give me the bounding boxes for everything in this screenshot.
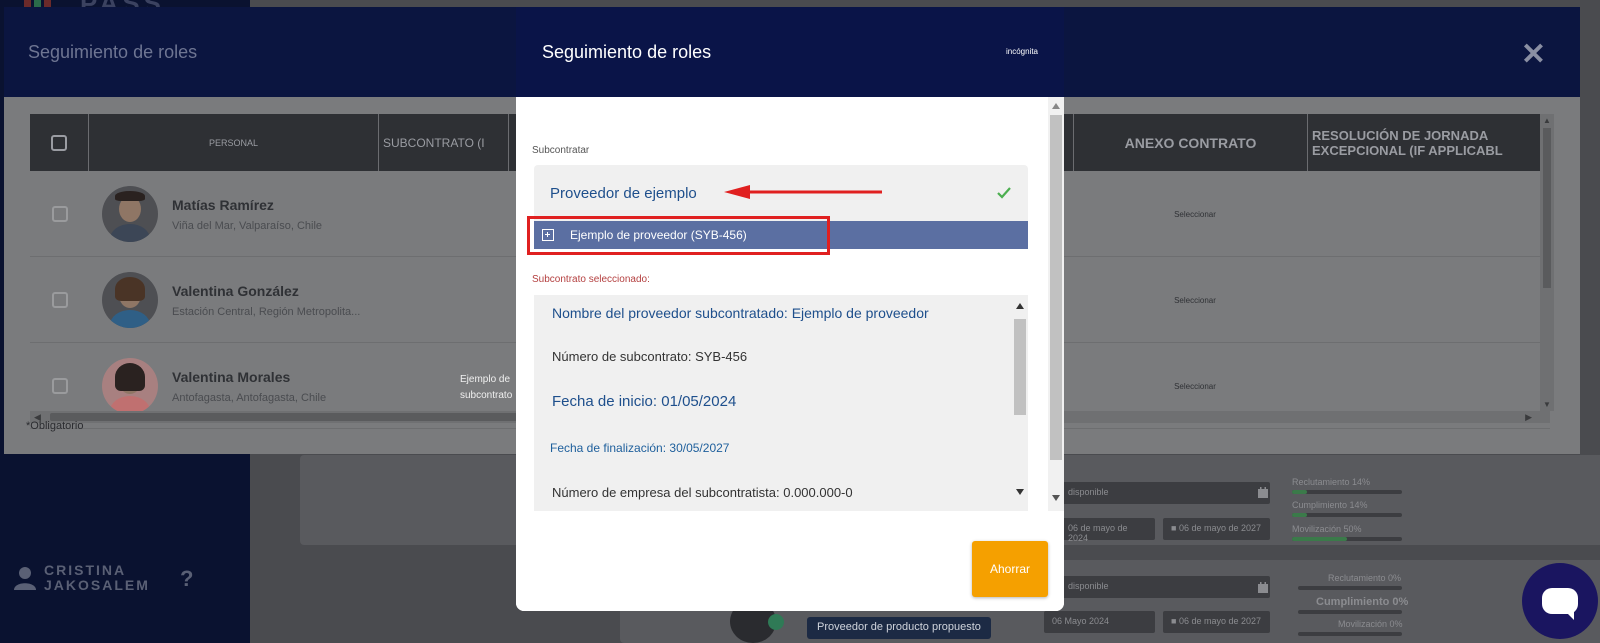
start-date-field: 06 Mayo 2024 (1044, 611, 1155, 633)
details-scrollbar[interactable] (1012, 295, 1028, 511)
person-name: Matías Ramírez (172, 197, 274, 213)
end-date-field: ■ 06 de mayo de 2027 (1163, 611, 1270, 633)
inner-modal: Seguimiento de roles incógnita Subcontra… (516, 7, 1064, 611)
start-date-field: 06 de mayo de 2024 (1060, 518, 1155, 543)
bar-label: Movilización 50% (1292, 524, 1362, 534)
person-name: Valentina González (172, 283, 299, 299)
bar-label: Cumplimiento 14% (1292, 500, 1368, 510)
tooltip-fragment: Ejemplo de subcontrato (460, 374, 513, 401)
progress-bar (1292, 537, 1402, 541)
user-icon (14, 567, 36, 590)
avatar (102, 272, 158, 328)
company-number: Número de empresa del subcontratista: 0.… (552, 485, 853, 500)
person-location: Estación Central, Región Metropolita... (172, 306, 361, 318)
contract-number: Número de subcontrato: SYB-456 (552, 349, 748, 364)
person-location: Antofagasta, Antofagasta, Chile (172, 392, 327, 404)
scroll-up-icon[interactable] (1016, 303, 1024, 309)
column-resolucion: RESOLUCIÓN DE JORNADA EXCEPCIONAL (IF AP… (1312, 127, 1503, 158)
end-date: Fecha de finalización: 30/05/2027 (550, 441, 730, 455)
chat-button[interactable] (1522, 563, 1598, 639)
scroll-right-icon[interactable]: ▶ (1525, 412, 1532, 423)
bar-label: Cumplimiento 0% (1316, 596, 1409, 608)
row-checkbox[interactable] (52, 206, 68, 222)
progress-fill (1292, 537, 1347, 541)
column-subcontrato: SUBCONTRATO (I (379, 114, 509, 171)
progress-bar (1298, 632, 1402, 636)
selected-subcontract-label: Subcontrato seleccionado: (532, 274, 650, 285)
proposed-provider-chip[interactable]: Proveedor de producto propuesto (807, 617, 991, 639)
person-location: Viña del Mar, Valparaíso, Chile (172, 220, 323, 232)
scroll-down-icon[interactable] (1016, 489, 1024, 495)
progress-bar (1292, 513, 1402, 517)
start-date: Fecha de inicio: 01/05/2024 (552, 393, 737, 410)
select-all-header[interactable] (30, 114, 89, 171)
annotation-arrow (724, 185, 882, 199)
scrollbar-thumb[interactable] (1050, 115, 1062, 460)
scrollbar-thumb[interactable] (50, 413, 530, 421)
check-icon (997, 187, 1011, 199)
inner-modal-body: Subcontratar Proveedor de ejemplo Ejempl… (516, 97, 1064, 511)
avatar (102, 186, 158, 242)
inner-modal-title: Seguimiento de roles (542, 42, 712, 62)
corner-text: incógnita (1005, 47, 1038, 56)
logo-mark-icon (24, 0, 58, 9)
inner-modal-header: Seguimiento de roles incógnita (516, 7, 1064, 97)
row-checkbox[interactable] (52, 292, 68, 308)
scrollbar-thumb[interactable] (1014, 319, 1026, 415)
scrollbar-thumb[interactable] (1543, 128, 1551, 288)
help-icon[interactable]: ? (180, 566, 193, 592)
progress-fill (1292, 490, 1308, 494)
vertical-scrollbar[interactable]: ▲ ▼ (1540, 114, 1554, 411)
verified-icon (768, 614, 784, 630)
scroll-up-icon[interactable]: ▲ (1543, 116, 1551, 125)
status-field: disponible (1060, 482, 1270, 504)
select-link[interactable]: Seleccionar (1165, 382, 1225, 391)
calendar-icon (1258, 487, 1268, 498)
end-date-field: ■ 06 de mayo de 2027 (1163, 518, 1270, 540)
column-personal: PERSONAL (89, 114, 379, 171)
row-checkbox[interactable] (52, 378, 68, 394)
select-link[interactable]: Seleccionar (1165, 210, 1225, 219)
provider-name: Nombre del proveedor subcontratado: Ejem… (552, 305, 929, 321)
scroll-down-icon[interactable]: ▼ (1543, 400, 1551, 409)
save-button[interactable]: Ahorrar (972, 541, 1048, 597)
subcontract-details: Nombre del proveedor subcontratado: Ejem… (534, 295, 1028, 511)
scroll-down-icon[interactable] (1052, 495, 1060, 501)
close-icon[interactable]: ✕ (1521, 37, 1546, 72)
user-last-name: JAKOSALEM (44, 577, 150, 593)
body-scrollbar[interactable] (1048, 97, 1064, 511)
subcontract-label: Subcontratar (532, 145, 590, 156)
select-value: Proveedor de ejemplo (550, 185, 697, 202)
user-first-name: CRISTINA (44, 562, 127, 578)
inner-modal-footer: Ahorrar (516, 511, 1064, 611)
person-name: Valentina Morales (172, 369, 291, 385)
calendar-icon (1258, 582, 1268, 593)
mandatory-note: *Obligatorio (26, 420, 84, 432)
bar-label: Reclutamiento 14% (1292, 477, 1371, 487)
annotation-highlight-box (527, 216, 830, 255)
bar-label: Reclutamiento 0% (1328, 573, 1402, 583)
user-profile[interactable]: CRISTINA JAKOSALEM (14, 563, 150, 593)
outer-modal-title: Seguimiento de roles (28, 42, 198, 62)
progress-fill (1292, 513, 1308, 517)
column-anexo: ANEXO CONTRATO (1074, 114, 1308, 171)
select-all-checkbox[interactable] (51, 134, 67, 151)
progress-bar (1298, 610, 1402, 614)
select-link[interactable]: Seleccionar (1165, 296, 1225, 305)
progress-bar (1292, 490, 1402, 494)
bar-label: Movilización 0% (1338, 619, 1403, 629)
chat-icon (1542, 588, 1578, 620)
status-field: disponible (1060, 576, 1270, 598)
progress-bar (1298, 586, 1402, 590)
scroll-up-icon[interactable] (1052, 103, 1060, 109)
avatar (102, 358, 158, 414)
